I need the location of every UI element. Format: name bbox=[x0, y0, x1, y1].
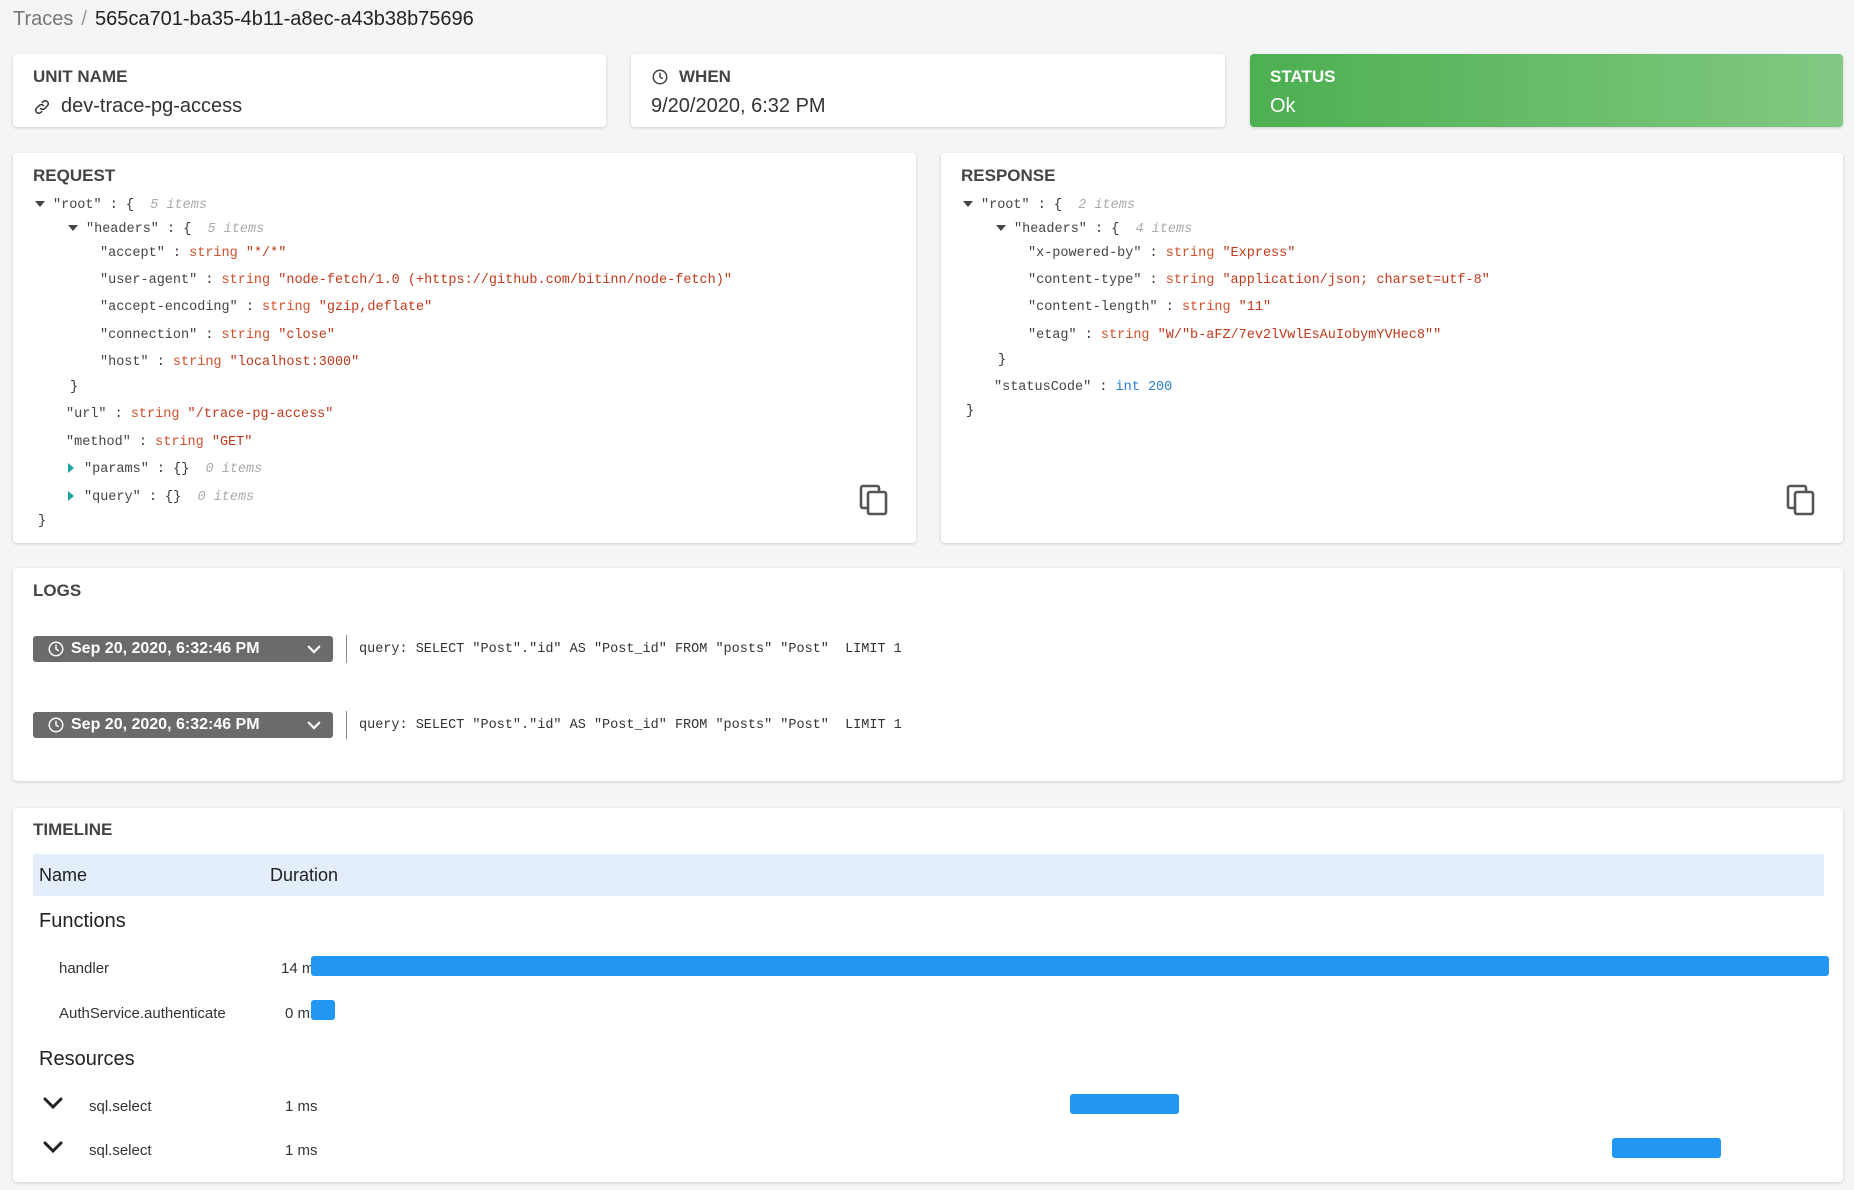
chevron-down-icon[interactable] bbox=[305, 640, 323, 658]
timeline-bar[interactable] bbox=[1070, 1094, 1180, 1114]
when-value: 9/20/2020, 6:32 PM bbox=[651, 95, 826, 117]
when-title-row: WHEN bbox=[651, 67, 1205, 87]
unit-name-value[interactable]: dev-trace-pg-access bbox=[61, 95, 242, 118]
log-timestamp: Sep 20, 2020, 6:32:46 PM bbox=[71, 640, 260, 657]
timeline-row-name: sql.select bbox=[89, 1098, 152, 1115]
caret-down-icon[interactable] bbox=[35, 201, 45, 208]
json-headers-node[interactable]: "headers" : { 4 items bbox=[996, 221, 1192, 239]
log-timestamp-chip[interactable]: Sep 20, 2020, 6:32:46 PM bbox=[33, 712, 333, 738]
when-card: WHEN 9/20/2020, 6:32 PM bbox=[631, 54, 1225, 127]
timeline-section-resources: Resources bbox=[39, 1048, 135, 1070]
json-close-brace: } bbox=[38, 514, 47, 529]
caret-down-icon[interactable] bbox=[996, 225, 1006, 232]
timeline-bar[interactable] bbox=[311, 956, 1829, 976]
clock-icon bbox=[651, 68, 669, 86]
chevron-down-icon[interactable] bbox=[42, 1095, 64, 1111]
clock-icon bbox=[47, 716, 65, 734]
unit-name-card: UNIT NAME dev-trace-pg-access bbox=[13, 54, 606, 127]
breadcrumb: Traces / 565ca701-ba35-4b11-a8ec-a43b38b75… bbox=[13, 8, 474, 31]
json-params-node[interactable]: "params" : {} 0 items bbox=[68, 461, 262, 479]
json-entry: "accept-encoding" : string "gzip,deflate… bbox=[100, 300, 433, 315]
status-card: STATUS Ok bbox=[1250, 54, 1843, 127]
json-close-brace: } bbox=[70, 380, 79, 395]
json-query-node[interactable]: "query" : {} 0 items bbox=[68, 489, 254, 507]
timeline-col-duration: Duration bbox=[270, 864, 339, 885]
response-card: RESPONSE "root" : { 2 items "headers" : … bbox=[941, 153, 1843, 543]
breadcrumb-separator: / bbox=[81, 8, 87, 30]
log-timestamp-chip[interactable]: Sep 20, 2020, 6:32:46 PM bbox=[33, 636, 333, 662]
unit-name-value-row: dev-trace-pg-access bbox=[33, 95, 586, 118]
timeline-bar[interactable] bbox=[311, 1000, 336, 1020]
breadcrumb-traces-link[interactable]: Traces bbox=[13, 8, 73, 30]
timeline-row-name: sql.select bbox=[89, 1142, 152, 1159]
timeline-row-duration: 1 ms bbox=[285, 1098, 318, 1115]
json-entry: "etag" : string "W/"b-aFZ/7ev2lVwlEsAuIo… bbox=[1028, 328, 1442, 343]
json-close-brace: } bbox=[966, 404, 975, 419]
timeline-col-name: Name bbox=[39, 864, 88, 885]
json-entry: "host" : string "localhost:3000" bbox=[100, 355, 360, 370]
log-divider bbox=[346, 711, 347, 739]
json-entry: "x-powered-by" : string "Express" bbox=[1028, 246, 1296, 261]
copy-icon bbox=[859, 484, 888, 516]
timeline-row-name: AuthService.authenticate bbox=[59, 1005, 226, 1022]
caret-right-icon[interactable] bbox=[68, 463, 74, 474]
json-entry: "user-agent" : string "node-fetch/1.0 (+… bbox=[100, 273, 732, 288]
logs-title: LOGS bbox=[33, 581, 82, 600]
json-key: "headers" bbox=[86, 222, 159, 237]
timeline-header: Name Duration bbox=[33, 854, 1824, 896]
response-title: RESPONSE bbox=[961, 166, 1056, 185]
json-entry: "content-length" : string "11" bbox=[1028, 300, 1272, 315]
timeline-card: TIMELINE Name Duration Functions handler… bbox=[13, 808, 1843, 1182]
json-count: 5 items bbox=[207, 222, 265, 237]
timeline-bar[interactable] bbox=[1611, 1138, 1722, 1158]
json-entry: "accept" : string "*/*" bbox=[100, 246, 287, 261]
log-message: query: SELECT "Post"."id" AS "Post_id" F… bbox=[359, 642, 902, 657]
json-close-brace: } bbox=[998, 353, 1007, 368]
request-title: REQUEST bbox=[33, 166, 116, 185]
logs-card: LOGS Sep 20, 2020, 6:32:46 PM query: SEL… bbox=[13, 568, 1843, 781]
timeline-row-name: handler bbox=[59, 960, 110, 977]
status-label: STATUS bbox=[1270, 67, 1336, 86]
request-card: REQUEST "root" : { 5 items "headers" : {… bbox=[13, 153, 916, 543]
json-entry: "statusCode" : int 200 bbox=[994, 380, 1173, 395]
caret-down-icon[interactable] bbox=[963, 201, 973, 208]
json-entry: "method" : string "GET" bbox=[66, 435, 253, 450]
chevron-down-icon[interactable] bbox=[305, 716, 323, 734]
json-count: 5 items bbox=[150, 198, 207, 213]
clock-icon bbox=[47, 640, 65, 658]
when-label: WHEN bbox=[679, 67, 731, 86]
log-divider bbox=[346, 635, 347, 663]
breadcrumb-current: 565ca701-ba35-4b11-a8ec-a43b38b75696 bbox=[94, 8, 474, 30]
link-icon bbox=[33, 98, 51, 116]
caret-down-icon[interactable] bbox=[68, 225, 78, 232]
json-entry: "connection" : string "close" bbox=[100, 328, 335, 343]
chevron-down-icon[interactable] bbox=[42, 1139, 64, 1155]
json-key: "root" bbox=[53, 198, 102, 213]
json-entry: "url" : string "/trace-pg-access" bbox=[66, 407, 334, 422]
json-entry: "content-type" : string "application/jso… bbox=[1028, 273, 1490, 288]
log-timestamp: Sep 20, 2020, 6:32:46 PM bbox=[71, 716, 260, 733]
json-root-node[interactable]: "root" : { 2 items bbox=[963, 197, 1135, 215]
timeline-row-duration: 1 ms bbox=[285, 1142, 318, 1159]
copy-icon bbox=[1786, 484, 1815, 516]
copy-response-button[interactable] bbox=[1786, 484, 1816, 516]
log-message: query: SELECT "Post"."id" AS "Post_id" F… bbox=[359, 718, 902, 733]
copy-request-button[interactable] bbox=[859, 484, 889, 516]
timeline-title: TIMELINE bbox=[33, 820, 113, 839]
caret-right-icon[interactable] bbox=[68, 491, 74, 502]
json-root-node[interactable]: "root" : { 5 items bbox=[35, 197, 207, 215]
timeline-section-functions: Functions bbox=[39, 910, 126, 932]
json-headers-node[interactable]: "headers" : { 5 items bbox=[68, 221, 264, 239]
unit-name-label: UNIT NAME bbox=[33, 67, 128, 86]
status-value: Ok bbox=[1270, 95, 1296, 117]
